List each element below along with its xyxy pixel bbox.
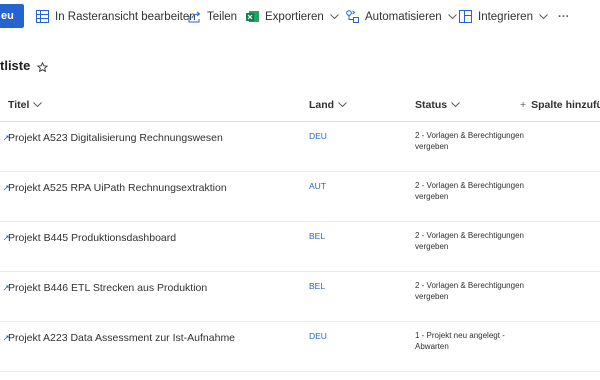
column-header-title[interactable]: Titel [8,99,43,111]
share-label: Teilen [207,10,238,23]
integrate-label: Integrieren [478,10,533,23]
table-row[interactable]: Projekt B445 Produktionsdashboard BEL 2 … [0,222,600,272]
automate-button[interactable]: Automatisieren [346,0,457,33]
automate-label: Automatisieren [365,10,442,23]
table-row[interactable]: Projekt A525 RPA UiPath Rechnungsextrakt… [0,172,600,222]
add-column-label: Spalte hinzufüg [531,99,600,111]
row-status: 1 - Projekt neu angelegt - Abwarten [415,331,505,351]
add-column-button[interactable]: + Spalte hinzufüg [520,99,600,111]
row-title[interactable]: Projekt A525 RPA UiPath Rechnungsextrakt… [8,182,227,194]
page-title: tliste [0,58,31,73]
row-title[interactable]: Projekt A223 Data Assessment zur Ist-Auf… [8,332,235,344]
row-title[interactable]: Projekt B445 Produktionsdashboard [8,232,176,244]
chevron-down-icon [447,11,457,23]
chevron-down-icon [539,11,548,23]
excel-icon [246,10,259,23]
grid-edit-icon [36,10,49,23]
share-icon [188,10,201,23]
row-status: 2 - Vorlagen & Berechtigungen vergeben [415,281,524,301]
star-icon[interactable] [36,60,49,78]
command-bar: eu In Rasteransicht bearbeiten Teilen Ex… [0,0,600,33]
row-title[interactable]: Projekt B446 ETL Strecken aus Produktion [8,282,207,294]
row-land[interactable]: DEU [309,131,327,141]
table-row[interactable]: Projekt B446 ETL Strecken aus Produktion… [0,272,600,322]
automate-icon [346,10,359,23]
new-button[interactable]: eu [0,4,24,28]
row-status: 2 - Vorlagen & Berechtigungen vergeben [415,231,524,251]
integrate-button[interactable]: Integrieren [459,0,548,33]
column-header-land-label: Land [309,99,335,111]
chevron-down-icon [329,11,339,23]
column-header-status[interactable]: Status [415,99,460,111]
table-row[interactable]: Projekt A223 Data Assessment zur Ist-Auf… [0,322,600,372]
row-status: 2 - Vorlagen & Berechtigungen vergeben [415,181,524,201]
row-title[interactable]: Projekt A523 Digitalisierung Rechnungswe… [8,132,223,144]
table-row[interactable]: Projekt A523 Digitalisierung Rechnungswe… [0,122,600,172]
chevron-down-icon [33,99,43,111]
grid-edit-button[interactable]: In Rasteransicht bearbeiten [36,0,196,33]
column-header-title-label: Titel [8,99,30,111]
integrate-icon [459,10,472,23]
export-button[interactable]: Exportieren [246,0,339,33]
column-header-land[interactable]: Land [309,99,347,111]
chevron-down-icon [451,99,460,111]
share-button[interactable]: Teilen [188,0,237,33]
chevron-down-icon [338,99,347,111]
more-button[interactable]: ··· [558,0,570,33]
row-land[interactable]: BEL [309,231,325,241]
grid-edit-label: In Rasteransicht bearbeiten [55,10,196,23]
row-land[interactable]: BEL [309,281,325,291]
row-status: 2 - Vorlagen & Berechtigungen vergeben [415,131,524,151]
row-land[interactable]: DEU [309,331,327,341]
export-label: Exportieren [265,10,324,23]
row-land[interactable]: AUT [309,181,326,191]
column-header-status-label: Status [415,99,448,111]
plus-icon: + [520,99,527,111]
